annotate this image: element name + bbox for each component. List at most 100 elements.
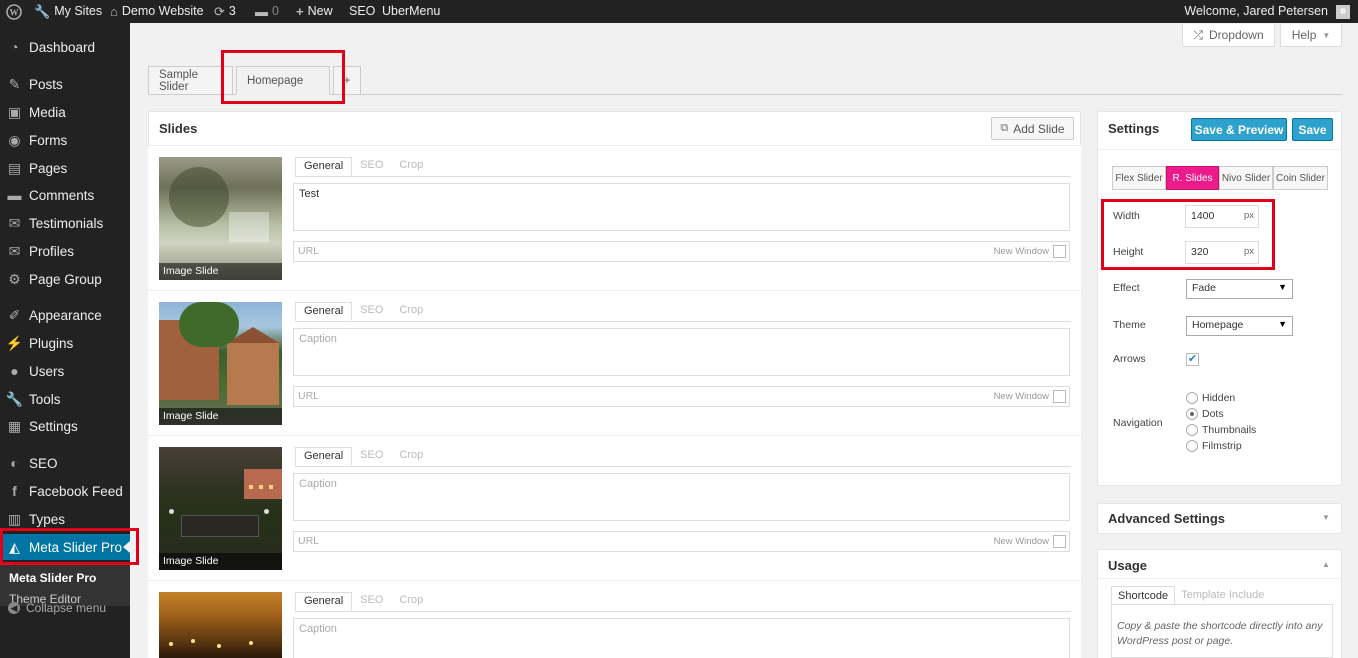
collapse-menu-button[interactable]: ◀ Collapse menu — [8, 601, 106, 615]
caption-textarea[interactable]: Caption — [293, 618, 1070, 658]
help-button[interactable]: Help ▼ — [1280, 24, 1342, 47]
sidebar-item-profiles[interactable]: ✉ Profiles — [0, 238, 130, 264]
collapse-arrow-icon[interactable]: ▲ — [1322, 560, 1330, 569]
slide-type-label: Image Slide — [159, 408, 282, 425]
slide-row: General SEO Crop Caption — [148, 581, 1081, 658]
navigation-option-filmstrip[interactable]: Filmstrip — [1186, 440, 1242, 452]
updates-link[interactable]: ⟳ 3 — [214, 0, 236, 23]
tab-template-include[interactable]: Template Include — [1175, 586, 1270, 605]
save-preview-button[interactable]: Save & Preview — [1191, 118, 1287, 141]
sidebar-item-page-group[interactable]: ⚙ Page Group — [0, 266, 130, 292]
plugins-icon: ⚡ — [5, 334, 24, 351]
add-slide-button[interactable]: ⧉ Add Slide — [991, 117, 1074, 140]
wordpress-logo-icon[interactable]: W — [6, 0, 22, 23]
navigation-option-hidden[interactable]: Hidden — [1186, 392, 1235, 404]
tab-crop[interactable]: Crop — [391, 302, 431, 321]
sidebar-item-settings[interactable]: ▦ Settings — [0, 413, 130, 439]
tab-general[interactable]: General — [295, 592, 353, 611]
radio-button[interactable] — [1186, 392, 1198, 404]
seo-link[interactable]: SEO — [349, 0, 375, 23]
slider-type-coin[interactable]: Coin Slider — [1273, 166, 1328, 190]
slider-type-flex[interactable]: Flex Slider — [1112, 166, 1166, 190]
my-sites-link[interactable]: 🔧 My Sites — [34, 0, 102, 23]
usage-divider — [1098, 578, 1341, 579]
tab-crop[interactable]: Crop — [391, 157, 431, 176]
new-content-link[interactable]: + New — [296, 0, 333, 23]
media-icon: ▣ — [7, 103, 22, 120]
sidebar-item-testimonials[interactable]: ✉ Testimonials — [0, 210, 130, 236]
new-window-checkbox[interactable] — [1053, 245, 1066, 258]
new-window-checkbox[interactable] — [1053, 535, 1066, 548]
navigation-label: Navigation — [1113, 417, 1163, 429]
new-window-checkbox[interactable] — [1053, 390, 1066, 403]
tab-general[interactable]: General — [295, 157, 353, 176]
slide-tabs-divider — [295, 176, 1071, 177]
tab-seo[interactable]: SEO — [352, 302, 391, 321]
sidebar-item-media[interactable]: ▣ Media — [0, 99, 130, 125]
tab-shortcode[interactable]: Shortcode — [1111, 586, 1176, 605]
tab-general[interactable]: General — [295, 447, 353, 466]
navigation-option-thumbnails[interactable]: Thumbnails — [1186, 424, 1256, 436]
url-field[interactable]: URL New Window — [293, 241, 1070, 262]
triangle-down-icon: ▼ — [1322, 30, 1331, 40]
arrows-checkbox[interactable]: ✔ — [1186, 353, 1199, 366]
sidebar-item-plugins[interactable]: ⚡ Plugins — [0, 330, 130, 356]
radio-button[interactable] — [1186, 440, 1198, 452]
sidebar-item-dashboard[interactable]: ◔ Dashboard — [0, 34, 130, 60]
slide-tabs-divider — [295, 611, 1071, 612]
slide-thumbnail[interactable]: Image Slide — [159, 302, 282, 425]
home-icon: ⌂ — [110, 4, 118, 19]
account-link[interactable]: Welcome, Jared Petersen — [1184, 0, 1350, 23]
dashboard-icon: ◔ — [10, 39, 19, 55]
radio-button-selected[interactable] — [1186, 408, 1198, 420]
sidebar-item-users[interactable]: ● Users — [0, 358, 130, 384]
url-field[interactable]: URL New Window — [293, 386, 1070, 407]
effect-select[interactable]: Fade ▼ — [1186, 279, 1293, 299]
ubermenu-link[interactable]: UberMenu — [382, 0, 440, 23]
slide-row: Image Slide General SEO Crop Test URL Ne… — [148, 146, 1081, 291]
wrench-icon: 🔧 — [34, 4, 51, 19]
tab-seo[interactable]: SEO — [352, 157, 391, 176]
url-field[interactable]: URL New Window — [293, 531, 1070, 552]
settings-title: Settings — [1108, 121, 1160, 136]
caption-textarea[interactable]: Caption — [293, 328, 1070, 376]
plus-icon: + — [296, 4, 304, 19]
site-name-link[interactable]: ⌂ Demo Website — [110, 0, 204, 23]
sidebar-item-forms[interactable]: ◉ Forms — [0, 127, 130, 153]
tab-seo[interactable]: SEO — [352, 447, 391, 466]
new-window-toggle[interactable]: New Window — [994, 390, 1066, 403]
sidebar-item-pages[interactable]: ▤ Pages — [0, 155, 130, 181]
theme-select[interactable]: Homepage ▼ — [1186, 316, 1293, 336]
sidebar-item-facebook-feed[interactable]: f Facebook Feed — [0, 478, 130, 504]
caption-textarea[interactable]: Caption — [293, 473, 1070, 521]
dropdown-button[interactable]: ⤮ Dropdown — [1182, 24, 1275, 47]
slider-type-r-slides[interactable]: R. Slides — [1166, 166, 1219, 190]
save-button[interactable]: Save — [1292, 118, 1333, 141]
tab-general[interactable]: General — [295, 302, 353, 321]
caption-textarea[interactable]: Test — [293, 183, 1070, 231]
slide-thumbnail[interactable]: Image Slide — [159, 447, 282, 570]
sidebar-item-posts[interactable]: ✎ Posts — [0, 71, 130, 97]
sidebar-item-tools[interactable]: 🔧 Tools — [0, 386, 130, 412]
expand-arrow-icon[interactable]: ▼ — [1322, 513, 1330, 522]
navigation-option-dots[interactable]: Dots — [1186, 408, 1224, 420]
pushpin-icon: ✎ — [8, 75, 21, 92]
refresh-icon: ⟳ — [214, 4, 225, 19]
advanced-settings-title: Advanced Settings — [1108, 511, 1226, 526]
tab-crop[interactable]: Crop — [391, 592, 431, 611]
slider-type-nivo[interactable]: Nivo Slider — [1219, 166, 1273, 190]
sidebar-item-comments[interactable]: ▬ Comments — [0, 182, 130, 208]
slide-thumbnail[interactable]: Image Slide — [159, 157, 282, 280]
new-window-toggle[interactable]: New Window — [994, 535, 1066, 548]
sidebar-item-appearance[interactable]: ✐ Appearance — [0, 302, 130, 328]
tab-seo[interactable]: SEO — [352, 592, 391, 611]
dropdown-arrow-icon: ▼ — [1278, 319, 1287, 329]
new-window-toggle[interactable]: New Window — [994, 245, 1066, 258]
tab-crop[interactable]: Crop — [391, 447, 431, 466]
submenu-item-meta-slider-pro[interactable]: Meta Slider Pro — [9, 571, 96, 585]
slide-thumbnail[interactable] — [159, 592, 282, 658]
sidebar-item-seo[interactable]: ◐ SEO — [0, 450, 130, 476]
comments-icon: ▬ — [7, 187, 22, 203]
comments-link[interactable]: ▬ 0 — [255, 0, 279, 23]
radio-button[interactable] — [1186, 424, 1198, 436]
